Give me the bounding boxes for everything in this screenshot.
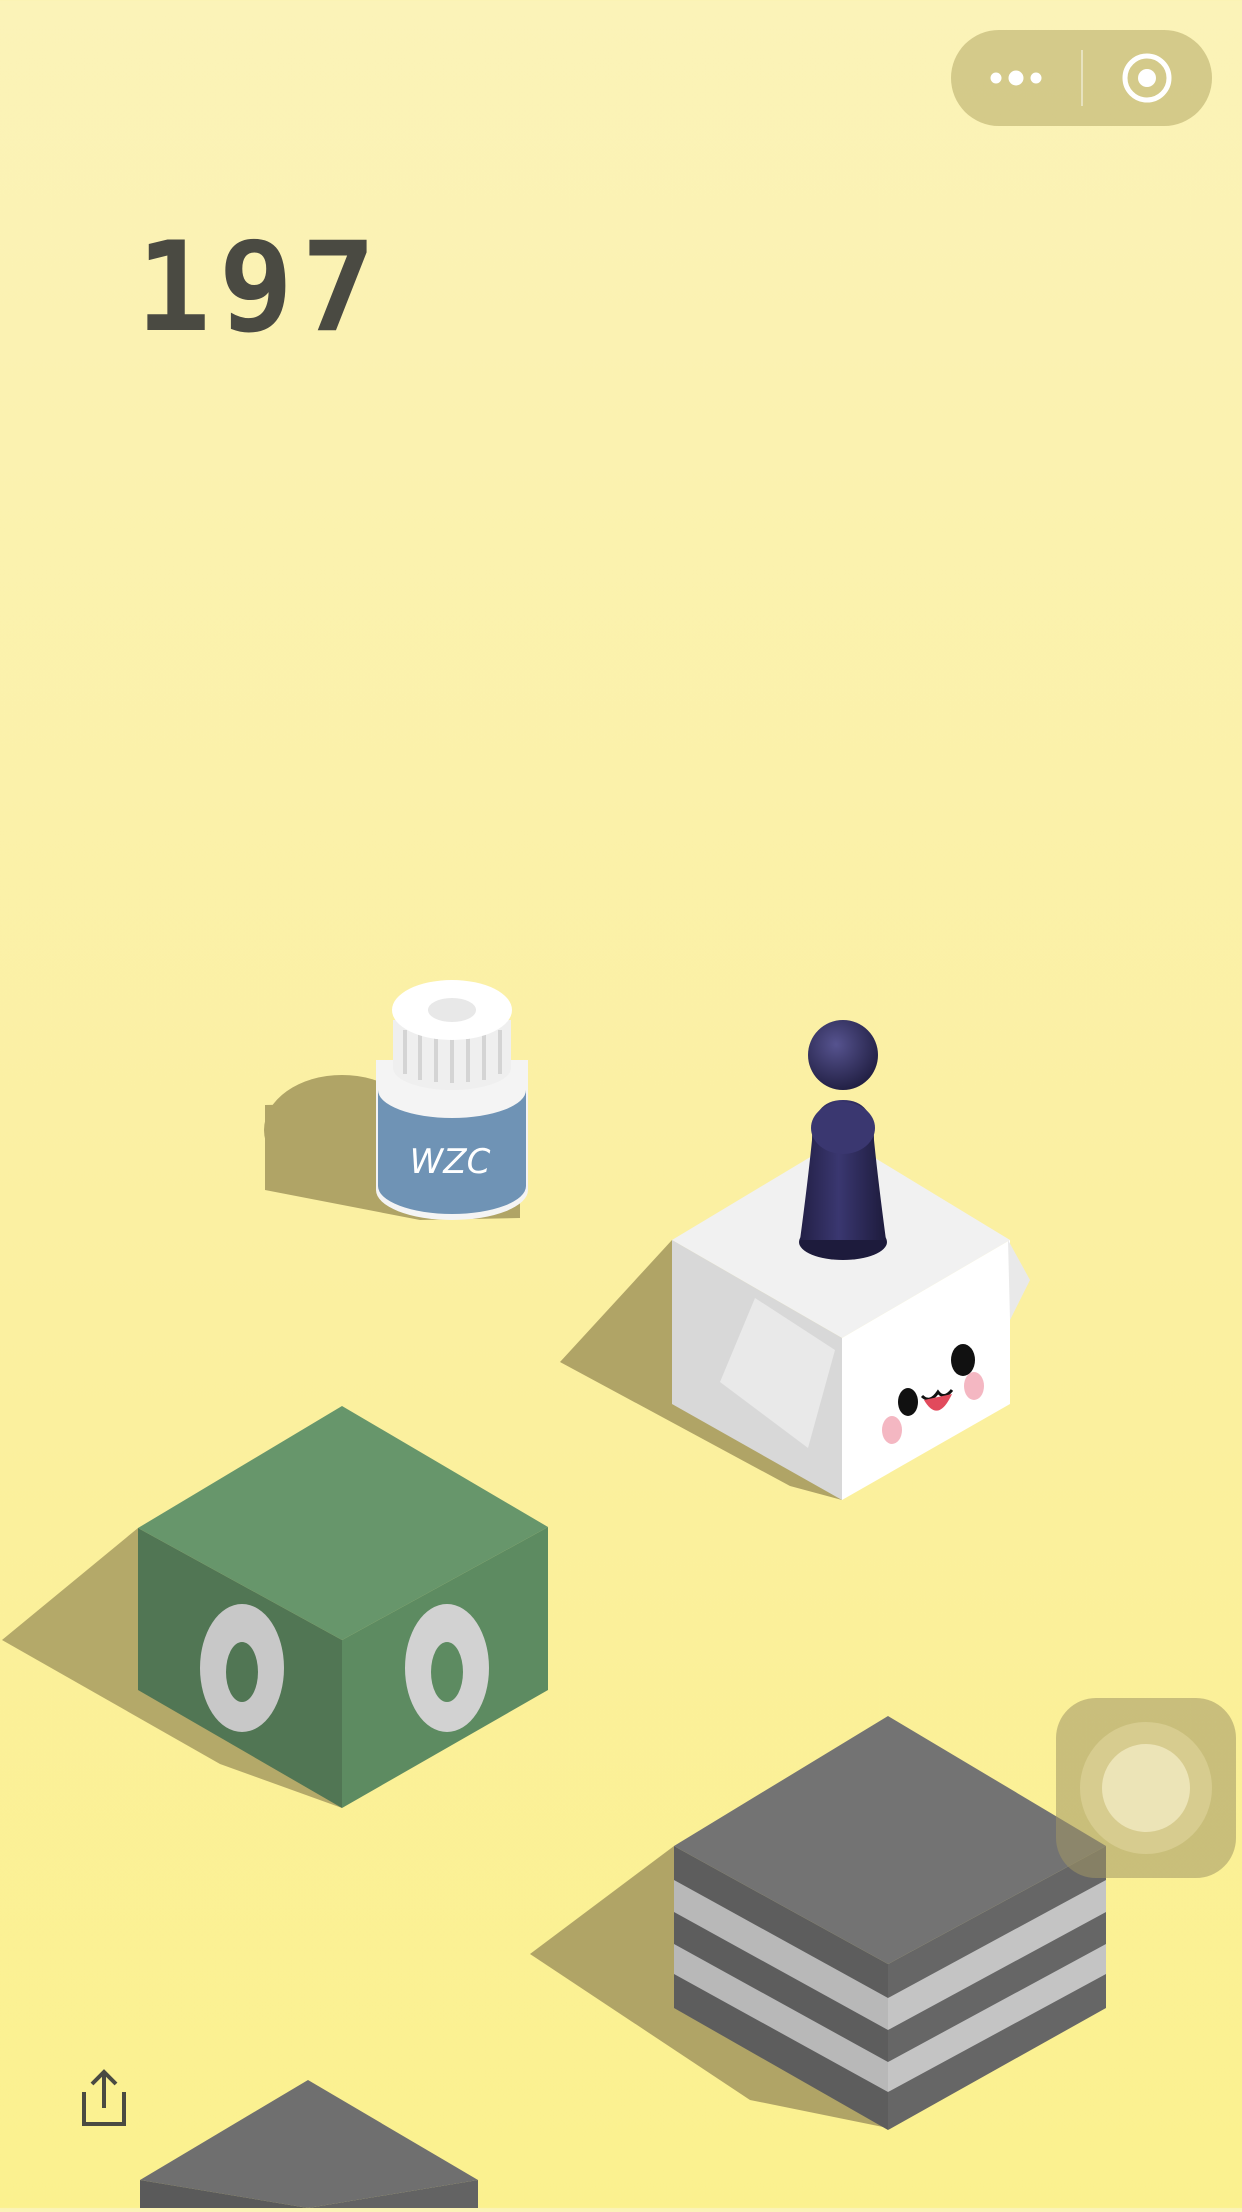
partial-gray-block [140, 2080, 478, 2208]
score-value: 197 [136, 232, 384, 336]
share-button[interactable] [76, 2066, 132, 2130]
tissue-box-block [560, 1138, 1030, 1500]
close-button[interactable] [1083, 30, 1213, 126]
ring-decoration-left [200, 1604, 284, 1732]
more-dots-icon [990, 70, 1042, 86]
bottle-label: WZC [410, 1142, 491, 1182]
share-icon [82, 2069, 126, 2126]
more-button[interactable] [951, 30, 1081, 126]
game-stage[interactable]: WZC 197 [0, 0, 1242, 2208]
ring-decoration-right [405, 1604, 489, 1732]
floating-assistive-button[interactable] [1056, 1698, 1236, 1878]
gray-striped-block [530, 1716, 1106, 2130]
pill-bottle-block: WZC [264, 980, 528, 1220]
assistive-touch-inner [1102, 1744, 1190, 1832]
score-display: 197 [136, 216, 416, 360]
green-cube-block [2, 1406, 548, 1808]
player-piece [799, 1020, 887, 1260]
score-digits: 197 [136, 216, 384, 360]
target-circle-icon [1122, 53, 1172, 103]
mini-program-capsule [951, 30, 1212, 126]
assistive-touch-icon [1080, 1722, 1212, 1854]
